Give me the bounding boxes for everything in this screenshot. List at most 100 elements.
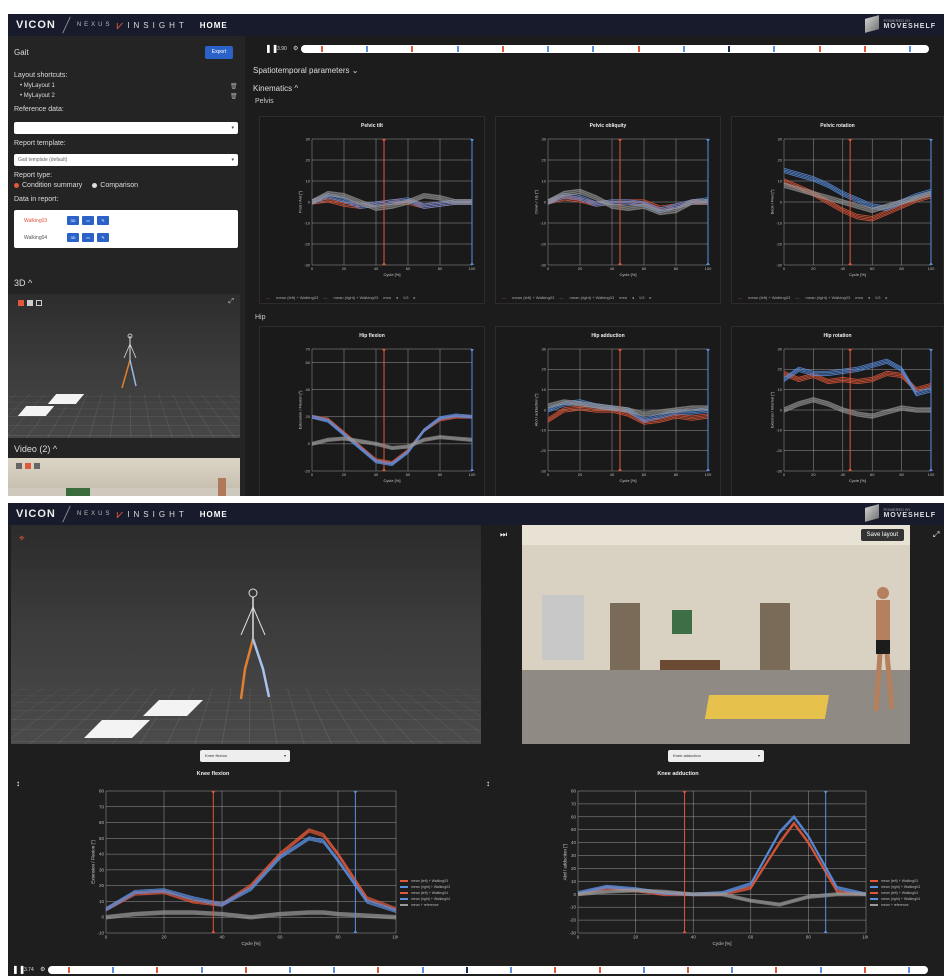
save-layout-button[interactable]: Save layout [860, 529, 904, 541]
legend-next-icon[interactable]: ▸ [885, 295, 887, 300]
event-marker-right [929, 468, 933, 471]
trash-icon[interactable]: 🗑 [230, 83, 238, 90]
timeline-event-marker[interactable] [321, 45, 323, 52]
legend-prev-icon[interactable]: ◂ [632, 295, 634, 300]
y-tick-label: 20 [306, 414, 311, 419]
event-marker-left [211, 930, 216, 933]
timeline-event-marker[interactable] [456, 45, 459, 52]
timeline-event-marker[interactable] [411, 45, 414, 52]
timeline-event-marker[interactable] [68, 966, 70, 973]
target-icon[interactable]: ⌖ [19, 533, 25, 544]
timeline-event-marker[interactable] [377, 966, 380, 973]
grid-icon[interactable] [36, 300, 42, 306]
x-tick-label: 60 [406, 472, 411, 477]
series-line-ref [783, 399, 931, 417]
chart-select-left[interactable]: Knee flexion ▾ [200, 750, 290, 762]
timeline-event-marker[interactable] [909, 45, 911, 52]
timeline-event-marker[interactable] [728, 45, 731, 52]
timeline-event-marker[interactable] [366, 45, 369, 52]
speed-icon[interactable]: ⚙ [293, 45, 301, 52]
layout-shortcut-1[interactable]: • MyLayout 1 [20, 83, 55, 89]
chart-select-right[interactable]: Knee adduction ▾ [668, 750, 764, 762]
timeline-event-marker[interactable] [863, 966, 866, 973]
pause-icon[interactable]: ❚❚ [265, 44, 278, 53]
x-tick-label: 20 [811, 472, 816, 477]
grid-icon[interactable] [34, 463, 40, 469]
trial-name[interactable]: Walking03 [24, 218, 64, 224]
3d-button[interactable]: 3D [67, 216, 79, 225]
timeline-event-marker[interactable] [501, 45, 504, 52]
3d-button[interactable]: 3D [67, 233, 79, 242]
timeline-event-marker[interactable] [819, 966, 822, 973]
y-tick-label: 70 [306, 346, 311, 351]
legend-prev-icon[interactable]: ◂ [396, 295, 398, 300]
timeline-event-marker[interactable] [818, 45, 821, 52]
timeline-track[interactable] [301, 44, 929, 53]
y-tick-label: 70 [571, 801, 577, 806]
home-link[interactable]: HOME [200, 21, 228, 30]
timeline-event-marker[interactable] [244, 966, 247, 973]
3d-viewer-panel[interactable]: ⤢ [8, 294, 240, 438]
spatiotemporal-toggle[interactable]: Spatiotemporal parameters ⌄ [253, 66, 358, 75]
skip-icon[interactable]: ⏭ [500, 530, 507, 540]
timeline-event-marker[interactable] [510, 966, 513, 973]
timeline-event-marker[interactable] [333, 966, 336, 973]
timeline-event-marker[interactable] [554, 966, 557, 973]
video-viewer-large[interactable]: Save layout [522, 525, 910, 744]
timeline-event-marker[interactable] [686, 966, 689, 973]
timeline-event-marker[interactable] [200, 966, 203, 973]
timeline-event-marker[interactable] [682, 45, 685, 52]
camera-icon[interactable] [16, 463, 22, 469]
timeline-event-marker[interactable] [421, 966, 424, 973]
video-button[interactable]: ▭ [82, 216, 94, 225]
timeline-event-marker[interactable] [289, 966, 292, 973]
legend-next-icon[interactable]: ▸ [649, 295, 651, 300]
target-icon[interactable] [25, 463, 31, 469]
edit-button[interactable]: ✎ [97, 233, 109, 242]
export-button[interactable]: Export [205, 46, 233, 59]
timeline-event-marker[interactable] [598, 966, 601, 973]
layout-shortcut-2[interactable]: • MyLayout 2 [20, 93, 55, 99]
legend-prev-icon[interactable]: ◂ [868, 295, 870, 300]
video-panel[interactable] [8, 458, 240, 496]
video-button[interactable]: ▭ [82, 233, 94, 242]
trash-icon[interactable]: 🗑 [230, 93, 238, 100]
resize-handle-icon[interactable]: ↕ [16, 779, 20, 788]
timeline-event-marker[interactable] [547, 45, 550, 52]
legend-next-icon[interactable]: ▸ [413, 295, 415, 300]
timeline-event-marker[interactable] [112, 966, 115, 973]
pause-icon[interactable]: ❚❚ [12, 965, 25, 974]
timeline-event-marker[interactable] [642, 966, 645, 973]
timeline-track[interactable] [48, 965, 928, 974]
expand-icon[interactable]: ⤢ [228, 298, 234, 306]
radio-selected-icon[interactable] [14, 182, 19, 188]
reference-data-select[interactable]: ▾ [14, 122, 238, 134]
kinematics-toggle[interactable]: Kinematics ^ [253, 84, 298, 93]
series-line-right [577, 816, 867, 896]
timeline-event-marker[interactable] [156, 966, 159, 973]
timeline-event-marker[interactable] [731, 966, 734, 973]
report-template-select[interactable]: Gait template (default) ▾ [14, 154, 238, 166]
speed-icon[interactable]: ⚙ [40, 966, 48, 973]
timeline-event-marker[interactable] [775, 966, 778, 973]
timeline-event-marker[interactable] [637, 45, 640, 52]
x-tick-label: 40 [691, 935, 697, 940]
3d-viewer-large[interactable]: ⌖ [11, 525, 481, 744]
radio-unselected-icon[interactable] [92, 182, 98, 188]
camera-icon[interactable] [27, 300, 33, 306]
section-3d-toggle[interactable]: 3D ^ [14, 278, 32, 288]
y-tick-label: -10 [304, 220, 311, 225]
timeline-event-marker[interactable] [863, 45, 866, 52]
expand-icon[interactable]: ⤢ [933, 530, 939, 540]
timeline-event-marker[interactable] [465, 966, 468, 973]
trial-name[interactable]: Walking04 [24, 235, 64, 241]
radio-condition-summary[interactable]: Condition summary [22, 182, 82, 189]
timeline-event-marker[interactable] [773, 45, 776, 52]
radio-comparison[interactable]: Comparison [100, 182, 138, 189]
timeline-event-marker[interactable] [592, 45, 595, 52]
timeline-event-marker[interactable] [908, 966, 910, 973]
section-video-toggle[interactable]: Video (2) ^ [14, 444, 57, 454]
home-link[interactable]: HOME [200, 510, 228, 519]
edit-button[interactable]: ✎ [97, 216, 109, 225]
target-icon[interactable] [18, 300, 24, 306]
